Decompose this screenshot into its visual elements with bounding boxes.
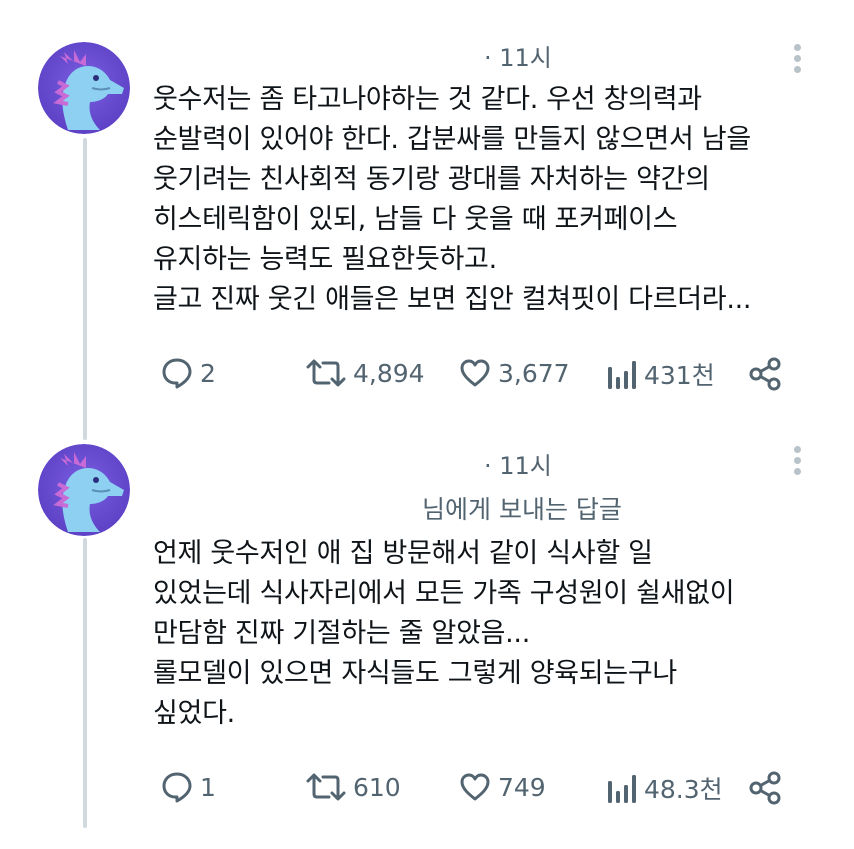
more-options-icon[interactable] xyxy=(792,44,802,78)
avatar[interactable] xyxy=(38,42,130,134)
views-count: 48.3천 xyxy=(644,775,723,804)
heart-icon xyxy=(460,773,490,801)
speech-bubble-icon xyxy=(162,358,192,389)
seahorse-dragon-avatar-icon xyxy=(38,444,130,536)
seahorse-dragon-avatar-icon xyxy=(38,42,130,134)
speech-bubble-icon xyxy=(162,772,192,803)
share-nodes-icon xyxy=(749,357,781,391)
heart-icon xyxy=(460,359,490,387)
like-count: 749 xyxy=(498,772,546,802)
reply-button[interactable]: 2 xyxy=(160,356,216,390)
bar-chart-icon xyxy=(608,775,636,803)
like-button[interactable]: 749 xyxy=(458,770,546,804)
reply-count: 2 xyxy=(200,358,216,388)
tweet-timestamp[interactable]: · 11시 xyxy=(484,446,552,481)
views-button[interactable]: 48.3천 xyxy=(606,770,723,806)
retweet-count: 610 xyxy=(353,772,401,802)
retweet-arrows-icon xyxy=(306,359,346,387)
reply-button[interactable]: 1 xyxy=(160,770,216,804)
thread-connector-line xyxy=(83,138,87,440)
reply-count: 1 xyxy=(200,772,216,802)
bar-chart-icon xyxy=(608,361,636,389)
retweet-button[interactable]: 610 xyxy=(305,770,401,804)
tweet-text: 언제 웃수저인 애 집 방문해서 같이 식사할 일 있었는데 식사자리에서 모든… xyxy=(153,538,735,729)
tweet-text: 웃수저는 좀 타고나야하는 것 같다. 우선 창의력과 순발력이 있어야 한다.… xyxy=(153,84,752,315)
retweet-arrows-icon xyxy=(306,773,346,801)
views-button[interactable]: 431천 xyxy=(606,356,715,392)
retweet-count: 4,894 xyxy=(353,358,425,388)
share-button[interactable] xyxy=(748,356,784,392)
thread-connector-line xyxy=(83,538,87,828)
like-count: 3,677 xyxy=(498,358,570,388)
share-nodes-icon xyxy=(749,771,781,805)
share-button[interactable] xyxy=(748,770,784,806)
retweet-button[interactable]: 4,894 xyxy=(305,356,425,390)
views-count: 431천 xyxy=(644,361,715,390)
reply-to-label: 님에게 보내는 답글 xyxy=(422,495,622,524)
like-button[interactable]: 3,677 xyxy=(458,356,570,390)
avatar[interactable] xyxy=(38,444,130,536)
tweet-timestamp[interactable]: · 11시 xyxy=(484,38,552,73)
more-options-icon[interactable] xyxy=(792,446,802,480)
